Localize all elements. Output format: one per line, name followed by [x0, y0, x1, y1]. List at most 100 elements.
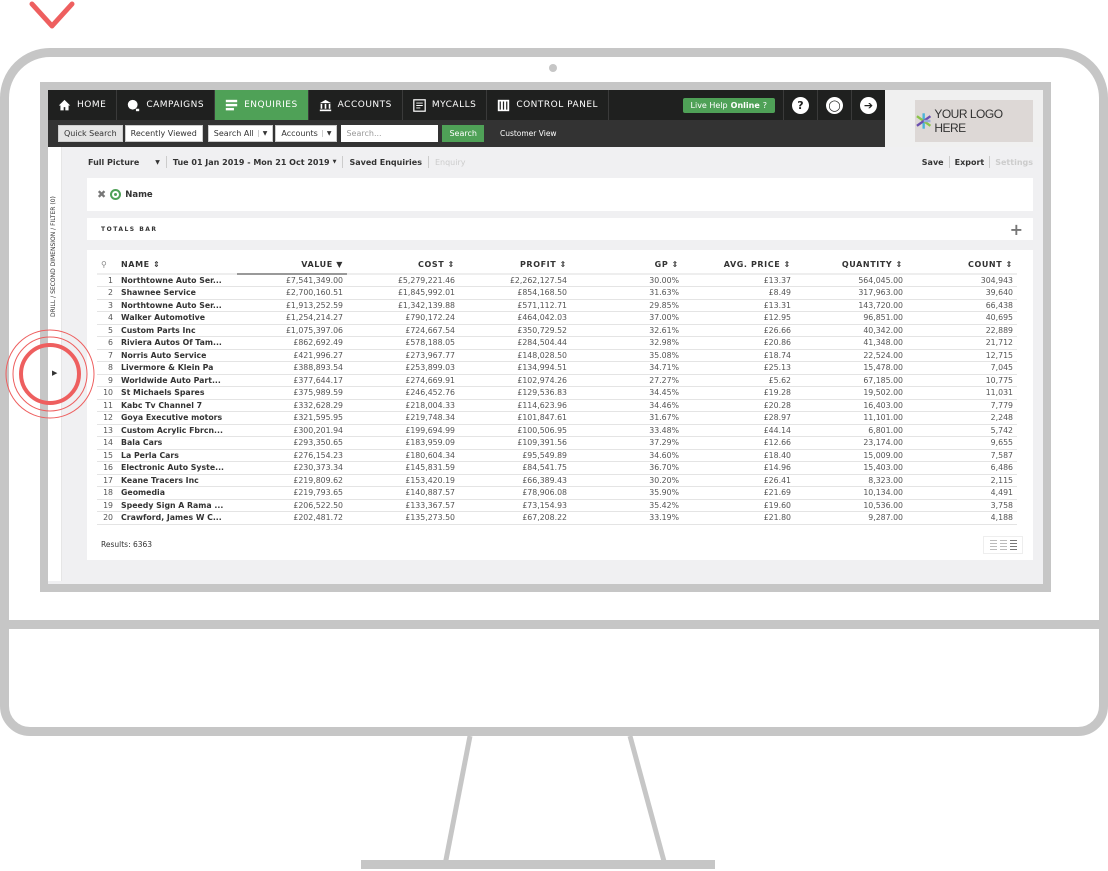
table-row[interactable]: 18 Geomedia £219,793.65 £140,887.57 £78,906.…	[97, 486, 1017, 500]
table-row[interactable]: 14 Bala Cars £293,350.65 £183,959.09 £109,39…	[97, 436, 1017, 450]
row-name[interactable]: La Perla Cars	[117, 449, 237, 462]
table-row[interactable]: 5 Custom Parts Inc £1,075,397.06 £724,667.5…	[97, 324, 1017, 337]
row-name[interactable]: Livermore & Klein Pa	[117, 361, 237, 375]
nav-home[interactable]: HOME	[48, 90, 118, 120]
table-row[interactable]: 3 Northtowne Auto Ser... £1,913,252.59 £1,3…	[97, 299, 1017, 312]
search-input[interactable]: Search...	[341, 125, 439, 142]
col-quantity[interactable]: QUANTITY ⇕	[795, 256, 907, 275]
cell-quantity: 15,403.00	[795, 461, 907, 475]
cell-quantity: 8,323.00	[795, 474, 907, 487]
cell-avg-price: £5.62	[683, 374, 795, 387]
nav-control-panel[interactable]: CONTROL PANEL	[487, 90, 610, 120]
table-row[interactable]: 13 Custom Acrylic Fbrcn... £300,201.94 £199…	[97, 424, 1017, 437]
table-row[interactable]: 20 Crawford, James W C... £202,481.72 £135,…	[97, 511, 1017, 525]
row-name[interactable]: St Michaels Spares	[117, 386, 237, 400]
caret-down-icon[interactable]: ▼	[333, 159, 337, 165]
table-search-icon[interactable]: ⚲	[97, 256, 117, 275]
nav-campaigns[interactable]: CAMPAIGNS	[117, 90, 216, 120]
row-index: 3	[97, 299, 117, 312]
table-row[interactable]: 19 Speedy Sign A Rama ... £206,522.50 £133,…	[97, 499, 1017, 512]
row-name[interactable]: Keane Tracers Inc	[117, 474, 237, 487]
row-name[interactable]: Walker Automotive	[117, 311, 237, 325]
density-toggle[interactable]	[983, 536, 1023, 554]
row-index: 5	[97, 324, 117, 337]
row-name[interactable]: Riviera Autos Of Tam...	[117, 336, 237, 350]
cell-quantity: 23,174.00	[795, 436, 907, 450]
nav-accounts[interactable]: ACCOUNTS	[309, 90, 403, 120]
date-range-picker[interactable]: Tue 01 Jan 2019 - Mon 21 Oct 2019	[173, 158, 330, 167]
col-count[interactable]: COUNT ⇕	[907, 256, 1017, 275]
table-row[interactable]: 17 Keane Tracers Inc £219,809.62 £153,420.1…	[97, 474, 1017, 487]
row-name[interactable]: Electronic Auto Syste...	[117, 461, 237, 475]
col-label: GP	[654, 260, 669, 269]
plus-icon[interactable]: +	[1010, 220, 1023, 239]
row-name[interactable]: Geomedia	[117, 486, 237, 500]
table-row[interactable]: 7 Norris Auto Service £421,996.27 £273,967.…	[97, 349, 1017, 362]
cell-count: 4,188	[907, 511, 1017, 525]
density-compact-icon[interactable]	[989, 540, 997, 550]
row-name[interactable]: Speedy Sign A Rama ...	[117, 499, 237, 512]
row-index: 13	[97, 424, 117, 437]
recently-viewed-tab[interactable]: Recently Viewed	[124, 125, 203, 142]
table-row[interactable]: 1 Northtowne Auto Ser... £7,541,349.00 £5,2…	[97, 274, 1017, 287]
user-button[interactable]: ◯	[817, 90, 851, 120]
table-row[interactable]: 9 Worldwide Auto Part... £377,644.17 £274,6…	[97, 374, 1017, 387]
row-name[interactable]: Norris Auto Service	[117, 349, 237, 362]
cell-cost: £246,452.76	[347, 386, 459, 400]
row-name[interactable]: Crawford, James W C...	[117, 511, 237, 525]
row-name[interactable]: Shawnee Service	[117, 286, 237, 300]
save-link[interactable]: Save	[922, 158, 944, 167]
cell-value: £1,254,214.27	[237, 311, 347, 325]
table-row[interactable]: 4 Walker Automotive £1,254,214.27 £790,172.…	[97, 311, 1017, 325]
cell-avg-price: £18.40	[683, 449, 795, 462]
caret-down-icon[interactable]: ▼	[155, 159, 160, 166]
view-selector[interactable]: Full Picture	[88, 158, 139, 167]
nav-enquiries[interactable]: ENQUIRIES	[215, 90, 309, 120]
density-medium-icon[interactable]	[999, 540, 1007, 550]
col-profit[interactable]: PROFIT ⇕	[459, 256, 571, 275]
density-large-icon[interactable]	[1009, 540, 1017, 550]
table-row[interactable]: 2 Shawnee Service £2,700,160.51 £1,845,992.…	[97, 286, 1017, 300]
table-row[interactable]: 15 La Perla Cars £276,154.23 £180,604.34 £95…	[97, 449, 1017, 462]
col-name[interactable]: NAME ⇕	[117, 256, 237, 275]
col-gp[interactable]: GP ⇕	[571, 256, 683, 275]
row-index: 18	[97, 486, 117, 500]
table-row[interactable]: 8 Livermore & Klein Pa £388,893.54 £253,899…	[97, 361, 1017, 375]
remove-dimension-icon[interactable]: ✖	[97, 188, 106, 201]
table-row[interactable]: 6 Riviera Autos Of Tam... £862,692.49 £578,…	[97, 336, 1017, 350]
cell-value: £276,154.23	[237, 449, 347, 462]
nav-label: HOME	[77, 100, 107, 110]
table-row[interactable]: 10 St Michaels Spares £375,989.59 £246,452.…	[97, 386, 1017, 400]
row-name[interactable]: Bala Cars	[117, 436, 237, 450]
table-row[interactable]: 11 Kabc Tv Channel 7 £332,628.29 £218,004.3…	[97, 399, 1017, 412]
cell-profit: £2,262,127.54	[459, 274, 571, 287]
help-button[interactable]: ?	[783, 90, 817, 120]
cell-count: 5,742	[907, 424, 1017, 437]
search-all-dropdown[interactable]: Search All ▼	[207, 125, 274, 142]
saved-enquiries-link[interactable]: Saved Enquiries	[349, 158, 422, 167]
accounts-dropdown[interactable]: Accounts ▼	[275, 125, 338, 142]
table-row[interactable]: 16 Electronic Auto Syste... £230,373.34 £14…	[97, 461, 1017, 475]
search-button[interactable]: Search	[442, 125, 484, 142]
row-name[interactable]: Worldwide Auto Part...	[117, 374, 237, 387]
export-link[interactable]: Export	[955, 158, 985, 167]
customer-view-link[interactable]: Customer View	[500, 129, 557, 138]
row-name[interactable]: Northtowne Auto Ser...	[117, 274, 237, 287]
cell-count: 66,438	[907, 299, 1017, 312]
live-help-button[interactable]: Live Help Online ?	[682, 97, 775, 113]
table-row[interactable]: 12 Goya Executive motors £321,595.95 £219,7…	[97, 411, 1017, 425]
quick-search-tab[interactable]: Quick Search	[58, 125, 123, 142]
row-name[interactable]: Custom Acrylic Fbrcn...	[117, 424, 237, 437]
col-avg-price[interactable]: AVG. PRICE ⇕	[683, 256, 795, 275]
col-cost[interactable]: COST ⇕	[347, 256, 459, 275]
col-value[interactable]: VALUE ▼	[237, 256, 347, 275]
row-name[interactable]: Northtowne Auto Ser...	[117, 299, 237, 312]
nav-mycalls[interactable]: MYCALLS	[403, 90, 488, 120]
row-name[interactable]: Kabc Tv Channel 7	[117, 399, 237, 412]
action-links: Save Export Settings	[922, 156, 1033, 168]
cell-value: £230,373.34	[237, 461, 347, 475]
row-name[interactable]: Custom Parts Inc	[117, 324, 237, 337]
nav-label: ENQUIRIES	[244, 100, 298, 110]
logout-button[interactable]: ➔	[851, 90, 885, 120]
row-name[interactable]: Goya Executive motors	[117, 411, 237, 425]
